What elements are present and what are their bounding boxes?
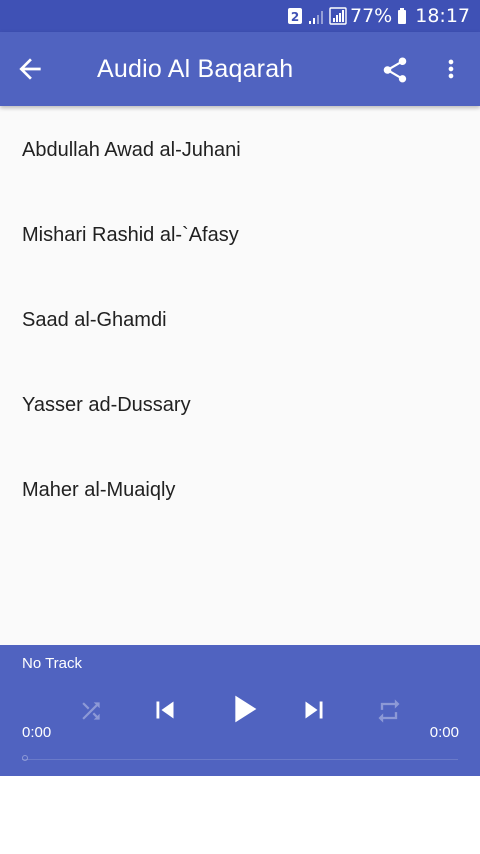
list-item[interactable]: Maher al-Muaiqly	[0, 448, 480, 533]
list-item[interactable]: Mishari Rashid al-`Afasy	[0, 193, 480, 278]
seek-track	[22, 759, 458, 760]
signal-icon	[329, 7, 347, 25]
list-item[interactable]: Yasser ad-Dussary	[0, 363, 480, 448]
list-item[interactable]: Saad al-Ghamdi	[0, 278, 480, 363]
signal-weak-icon	[308, 7, 324, 25]
app-bar: Audio Al Baqarah	[0, 32, 480, 106]
list-item[interactable]: Abdullah Awad al-Juhani	[0, 108, 480, 193]
clock: 18:17	[415, 5, 470, 27]
bottom-area	[0, 776, 480, 854]
status-bar: 2 77% 18:17	[0, 0, 480, 32]
total-time: 0:00	[429, 724, 459, 741]
skip-previous-icon[interactable]	[148, 693, 182, 727]
back-arrow-icon[interactable]	[14, 53, 46, 85]
reciter-name: Abdullah Awad al-Juhani	[22, 139, 241, 161]
repeat-icon[interactable]	[374, 696, 404, 726]
reciter-name: Maher al-Muaiqly	[22, 479, 176, 501]
battery-percent: 77%	[350, 5, 393, 27]
reciter-name: Saad al-Ghamdi	[22, 309, 167, 331]
sim-badge: 2	[291, 10, 299, 24]
reciter-name: Yasser ad-Dussary	[22, 394, 191, 416]
sim-2-icon: 2	[287, 7, 303, 25]
play-icon[interactable]	[220, 686, 266, 732]
shuffle-icon[interactable]	[77, 697, 105, 725]
seek-knob[interactable]	[22, 755, 28, 761]
track-name: No Track	[22, 655, 83, 672]
share-icon[interactable]	[380, 55, 410, 85]
battery-icon	[397, 7, 407, 25]
reciter-list: Abdullah Awad al-Juhani Mishari Rashid a…	[0, 108, 480, 533]
page-title: Audio Al Baqarah	[97, 55, 294, 83]
current-time: 0:00	[22, 724, 52, 741]
reciter-name: Mishari Rashid al-`Afasy	[22, 224, 239, 246]
skip-next-icon[interactable]	[297, 693, 331, 727]
more-vert-icon[interactable]	[437, 54, 465, 84]
seek-bar[interactable]	[22, 755, 458, 762]
audio-player: No Track 0:00 0:00	[0, 645, 480, 776]
